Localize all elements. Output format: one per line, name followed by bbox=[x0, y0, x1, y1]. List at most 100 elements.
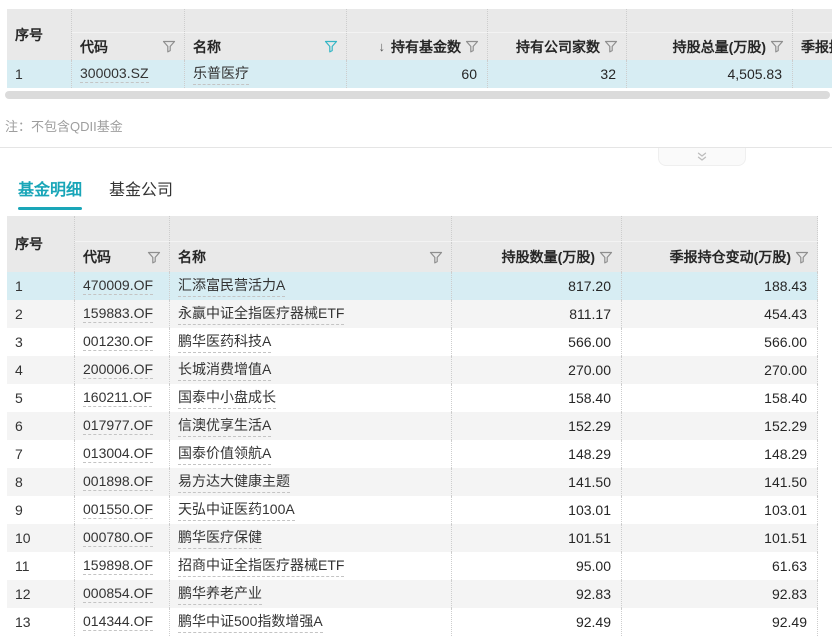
col-header-total-shares[interactable]: 持股总量(万股) bbox=[627, 33, 793, 60]
filter-icon[interactable] bbox=[795, 251, 809, 264]
col-header-code[interactable]: 代码 bbox=[72, 33, 185, 60]
serial-cell: 3 bbox=[7, 328, 75, 356]
fund-table-header: 序号 代码 名称 持股数量(万股) bbox=[7, 216, 818, 272]
fund-code: 014344.OF bbox=[83, 613, 153, 631]
table-row[interactable]: 2 159883.OF 永赢中证全指医疗器械ETF 811.17 454.43 bbox=[7, 300, 818, 328]
col-header-name[interactable]: 名称 bbox=[170, 242, 452, 272]
filter-icon[interactable] bbox=[162, 40, 176, 53]
col-header-name[interactable]: 名称 bbox=[185, 33, 347, 60]
shares-cell: 92.49 bbox=[452, 608, 622, 636]
tab-fund-company[interactable]: 基金公司 bbox=[109, 176, 173, 218]
table-row[interactable]: 3 001230.OF 鹏华医药科技A 566.00 566.00 bbox=[7, 328, 818, 356]
fund-name-link[interactable]: 天弘中证医药100A bbox=[170, 496, 452, 524]
fund-code-link[interactable]: 470009.OF bbox=[75, 272, 170, 300]
fund-code: 001898.OF bbox=[83, 473, 153, 491]
fund-name-link[interactable]: 国泰中小盘成长 bbox=[170, 384, 452, 412]
table-row[interactable]: 10 000780.OF 鹏华医疗保健 101.51 101.51 bbox=[7, 524, 818, 552]
fund-name-link[interactable]: 汇添富民营活力A bbox=[170, 272, 452, 300]
serial-cell: 8 bbox=[7, 468, 75, 496]
fund-name-link[interactable]: 长城消费增值A bbox=[170, 356, 452, 384]
fund-code-link[interactable]: 001550.OF bbox=[75, 496, 170, 524]
serial-cell: 10 bbox=[7, 524, 75, 552]
fund-name-link[interactable]: 国泰价值领航A bbox=[170, 440, 452, 468]
group-cell bbox=[793, 9, 832, 32]
table-row[interactable]: 1 300003.SZ 乐普医疗 60 32 4,505.83 bbox=[7, 60, 832, 88]
header-columns-row: 代码 名称 ↓ 持有基金数 持有公司家数 持股总量(万股) bbox=[72, 33, 832, 60]
col-header-company-count[interactable]: 持有公司家数 bbox=[488, 33, 627, 60]
col-header-shares[interactable]: 持股数量(万股) bbox=[452, 242, 622, 272]
fund-code-link[interactable]: 001898.OF bbox=[75, 468, 170, 496]
col-header-fund-count[interactable]: ↓ 持有基金数 bbox=[347, 33, 488, 60]
fund-code-link[interactable]: 014344.OF bbox=[75, 608, 170, 636]
stock-code-link[interactable]: 300003.SZ bbox=[72, 60, 185, 88]
fund-name: 永赢中证全指医疗器械ETF bbox=[178, 303, 344, 325]
header-columns-row: 代码 名称 持股数量(万股) 季报持仓变动(万股) bbox=[75, 242, 818, 272]
stock-code: 300003.SZ bbox=[80, 65, 149, 83]
table-row[interactable]: 8 001898.OF 易方达大健康主题 141.50 141.50 bbox=[7, 468, 818, 496]
change-cell: 103.01 bbox=[622, 496, 818, 524]
col-header-code[interactable]: 代码 bbox=[75, 242, 170, 272]
fund-name: 汇添富民营活力A bbox=[178, 275, 285, 297]
change-cell: 141.50 bbox=[622, 468, 818, 496]
col-header-quarter-change[interactable]: 季报持仓变动(万股) bbox=[793, 33, 832, 60]
group-cell bbox=[452, 216, 622, 241]
header-group-row bbox=[72, 9, 832, 33]
horizontal-scrollbar[interactable] bbox=[0, 90, 832, 100]
table-row[interactable]: 4 200006.OF 长城消费增值A 270.00 270.00 bbox=[7, 356, 818, 384]
fund-code-link[interactable]: 160211.OF bbox=[75, 384, 170, 412]
fund-name: 国泰价值领航A bbox=[178, 443, 271, 465]
table-row[interactable]: 7 013004.OF 国泰价值领航A 148.29 148.29 bbox=[7, 440, 818, 468]
col-label: 季报持仓变动(万股) bbox=[801, 37, 832, 57]
fund-code-link[interactable]: 000854.OF bbox=[75, 580, 170, 608]
fund-name-link[interactable]: 招商中证全指医疗器械ETF bbox=[170, 552, 452, 580]
fund-code: 013004.OF bbox=[83, 445, 153, 463]
table-row[interactable]: 11 159898.OF 招商中证全指医疗器械ETF 95.00 61.63 bbox=[7, 552, 818, 580]
fund-name-link[interactable]: 鹏华养老产业 bbox=[170, 580, 452, 608]
table-row[interactable]: 6 017977.OF 信澳优享生活A 152.29 152.29 bbox=[7, 412, 818, 440]
fund-code-link[interactable]: 159883.OF bbox=[75, 300, 170, 328]
table-row[interactable]: 9 001550.OF 天弘中证医药100A 103.01 103.01 bbox=[7, 496, 818, 524]
filter-icon[interactable] bbox=[147, 251, 161, 264]
stock-name-link[interactable]: 乐普医疗 bbox=[185, 60, 347, 88]
fund-code-link[interactable]: 013004.OF bbox=[75, 440, 170, 468]
col-header-quarter-change[interactable]: 季报持仓变动(万股) bbox=[622, 242, 818, 272]
fund-code: 200006.OF bbox=[83, 361, 153, 379]
table-row[interactable]: 12 000854.OF 鹏华养老产业 92.83 92.83 bbox=[7, 580, 818, 608]
change-cell: 92.49 bbox=[622, 608, 818, 636]
table-row[interactable]: 1 470009.OF 汇添富民营活力A 817.20 188.43 bbox=[7, 272, 818, 300]
filter-icon[interactable] bbox=[599, 251, 613, 264]
fund-name-link[interactable]: 信澳优享生活A bbox=[170, 412, 452, 440]
scrollbar-thumb[interactable] bbox=[5, 91, 830, 99]
serial-cell: 12 bbox=[7, 580, 75, 608]
collapse-handle[interactable] bbox=[658, 148, 746, 166]
fund-code-link[interactable]: 017977.OF bbox=[75, 412, 170, 440]
group-cell bbox=[185, 9, 347, 32]
filter-icon[interactable] bbox=[770, 40, 784, 53]
filter-icon[interactable] bbox=[604, 40, 618, 53]
fund-code-link[interactable]: 001230.OF bbox=[75, 328, 170, 356]
fund-name-link[interactable]: 鹏华医疗保健 bbox=[170, 524, 452, 552]
filter-icon-active[interactable] bbox=[324, 40, 338, 53]
table-row[interactable]: 13 014344.OF 鹏华中证500指数增强A 92.49 92.49 bbox=[7, 608, 818, 636]
fund-name-link[interactable]: 易方达大健康主题 bbox=[170, 468, 452, 496]
fund-code: 470009.OF bbox=[83, 277, 153, 295]
shares-cell: 103.01 bbox=[452, 496, 622, 524]
fund-name: 长城消费增值A bbox=[178, 359, 271, 381]
fund-name-link[interactable]: 鹏华中证500指数增强A bbox=[170, 608, 452, 636]
col-label: 序号 bbox=[15, 234, 43, 254]
shares-cell: 817.20 bbox=[452, 272, 622, 300]
fund-count-cell: 60 bbox=[347, 60, 488, 88]
fund-detail-table: 序号 代码 名称 持股数量(万股) bbox=[7, 216, 818, 636]
col-label: 持股总量(万股) bbox=[673, 37, 766, 57]
fund-name-link[interactable]: 永赢中证全指医疗器械ETF bbox=[170, 300, 452, 328]
fund-code: 000780.OF bbox=[83, 529, 153, 547]
fund-code-link[interactable]: 200006.OF bbox=[75, 356, 170, 384]
fund-code-link[interactable]: 159898.OF bbox=[75, 552, 170, 580]
shares-cell: 95.00 bbox=[452, 552, 622, 580]
table-row[interactable]: 5 160211.OF 国泰中小盘成长 158.40 158.40 bbox=[7, 384, 818, 412]
fund-name-link[interactable]: 鹏华医药科技A bbox=[170, 328, 452, 356]
fund-code-link[interactable]: 000780.OF bbox=[75, 524, 170, 552]
tab-fund-detail[interactable]: 基金明细 bbox=[18, 176, 82, 218]
filter-icon[interactable] bbox=[465, 40, 479, 53]
filter-icon[interactable] bbox=[429, 251, 443, 264]
